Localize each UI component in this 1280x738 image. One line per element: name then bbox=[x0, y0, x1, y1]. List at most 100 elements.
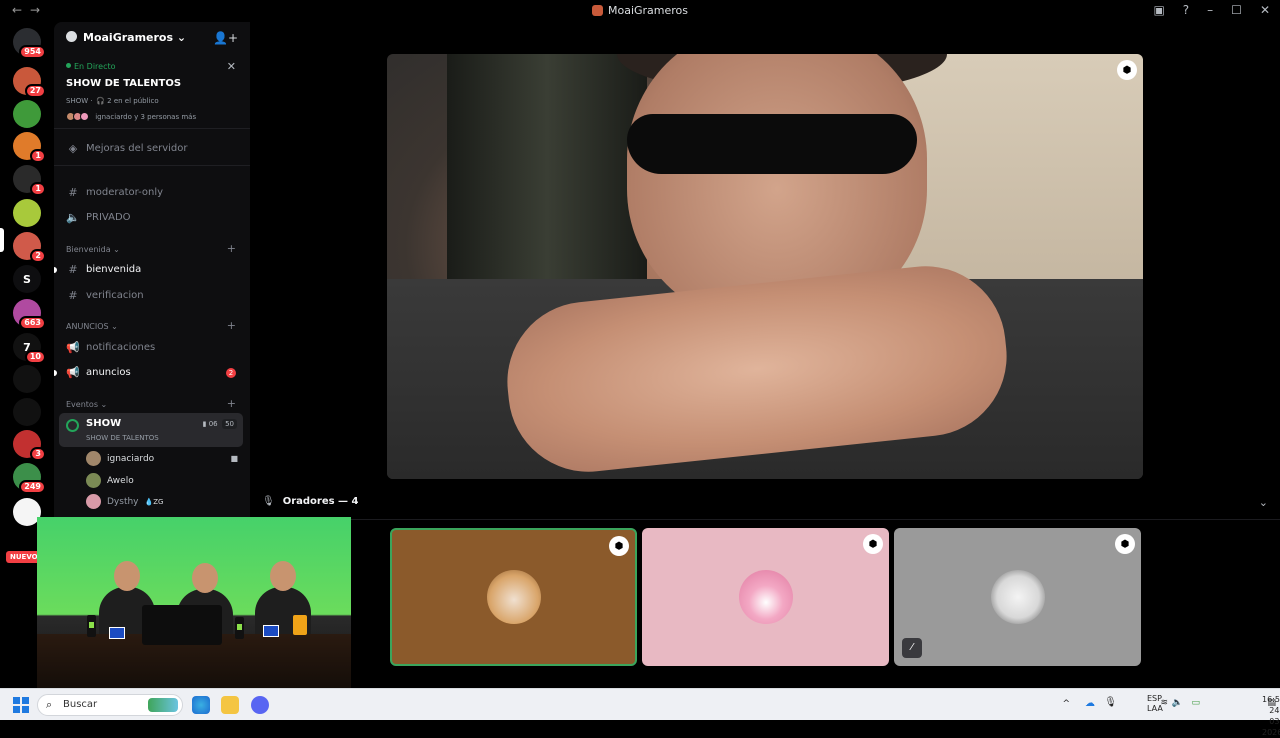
server-icon-7[interactable]: 2 bbox=[13, 232, 46, 263]
server-icon-12[interactable] bbox=[13, 398, 41, 426]
avatar bbox=[86, 494, 101, 509]
channel-privado[interactable]: 🔈 PRIVADO bbox=[66, 211, 130, 224]
notifications-icon[interactable]: ▤ bbox=[1267, 698, 1276, 708]
pip-can bbox=[235, 617, 244, 639]
file-explorer-icon[interactable] bbox=[221, 696, 239, 714]
stage-counts: ▮ 06 50 bbox=[203, 419, 237, 429]
voice-channel-icon: 🔈 bbox=[66, 211, 80, 224]
server-icon-11[interactable] bbox=[13, 365, 41, 393]
divider bbox=[54, 165, 250, 166]
channel-verificacion[interactable]: # verificacion bbox=[66, 289, 143, 302]
close-button[interactable]: ✕ bbox=[1260, 3, 1270, 17]
server-icon-13[interactable]: 3 bbox=[13, 430, 46, 461]
video-sunglasses bbox=[627, 114, 917, 174]
divider bbox=[250, 519, 1280, 520]
minimize-button[interactable]: – bbox=[1207, 3, 1213, 17]
tag-badge: 💧ZG bbox=[144, 497, 164, 506]
text-channel-icon: # bbox=[68, 263, 78, 276]
server-icon-5[interactable]: 1 bbox=[13, 165, 46, 196]
close-icon[interactable]: ✕ bbox=[227, 60, 236, 73]
invite-icon[interactable]: 👤+ bbox=[213, 31, 238, 45]
stage-channel-show[interactable]: SHOW SHOW DE TALENTOS ▮ 06 50 bbox=[59, 413, 243, 447]
selected-server-indicator bbox=[0, 228, 4, 252]
server-boosts[interactable]: ◈ Mejoras del servidor bbox=[66, 142, 188, 155]
discord-icon[interactable] bbox=[251, 696, 269, 714]
channel-notificaciones[interactable]: 📢 notificaciones bbox=[66, 341, 155, 354]
server-icon-8[interactable]: S bbox=[13, 265, 41, 293]
search-box[interactable]: ⌕ Buscar bbox=[37, 694, 183, 716]
pip-flag bbox=[263, 625, 279, 637]
speaker-tile[interactable]: ⬢ bbox=[642, 528, 889, 666]
server-icon-4[interactable]: 1 bbox=[13, 132, 46, 163]
moderator-shield-icon[interactable]: ⬢ bbox=[863, 534, 883, 554]
windows-start-icon[interactable] bbox=[13, 697, 29, 713]
pip-laptop bbox=[142, 605, 222, 645]
speaker-tile[interactable]: ⬢ ⁄ bbox=[894, 528, 1141, 666]
category-eventos[interactable]: Eventos ⌄ bbox=[66, 400, 107, 409]
live-dot-icon bbox=[66, 63, 71, 68]
volume-icon[interactable]: 🔈 bbox=[1172, 698, 1183, 708]
server-icon-1[interactable]: 954 bbox=[13, 28, 46, 59]
server-badge: 663 bbox=[19, 316, 46, 330]
server-icon-10[interactable]: 7 10 bbox=[13, 333, 46, 364]
picture-in-picture-video[interactable] bbox=[37, 517, 351, 694]
verified-shield-icon bbox=[66, 31, 77, 42]
pip-glass bbox=[293, 615, 307, 635]
server-badge: 1 bbox=[30, 182, 46, 196]
add-channel-icon[interactable]: + bbox=[227, 397, 236, 410]
window-title: MoaiGrameros bbox=[0, 4, 1280, 17]
pip-head bbox=[270, 561, 296, 591]
live-title[interactable]: SHOW DE TALENTOS bbox=[66, 78, 181, 89]
search-icon: ⌕ bbox=[46, 698, 53, 711]
live-status: En Directo bbox=[66, 62, 116, 71]
inbox-icon[interactable]: ▣ bbox=[1153, 3, 1164, 17]
live-meta: SHOW · 🎧 2 en el público bbox=[66, 97, 159, 105]
channel-bienvenida[interactable]: # bienvenida bbox=[66, 263, 141, 276]
chevron-down-icon[interactable]: ⌄ bbox=[1259, 496, 1268, 509]
category-anuncios[interactable]: ANUNCIOS ⌄ bbox=[66, 322, 118, 331]
server-icon-3[interactable] bbox=[13, 100, 41, 128]
moderator-shield-icon[interactable]: ⬢ bbox=[1115, 534, 1135, 554]
member-dysthy[interactable]: Dysthy 💧ZG bbox=[86, 494, 163, 509]
main-video-stream[interactable]: ⬢ bbox=[387, 54, 1143, 479]
channel-moderator-only[interactable]: # moderator-only bbox=[66, 186, 163, 199]
add-channel-icon[interactable]: + bbox=[227, 242, 236, 255]
server-icon-2[interactable]: 27 bbox=[13, 67, 46, 98]
maximize-button[interactable]: ☐ bbox=[1231, 3, 1242, 17]
member-ignaciardo[interactable]: ignaciardo bbox=[86, 451, 154, 466]
server-label: S bbox=[23, 272, 31, 286]
avatar bbox=[738, 570, 793, 624]
battery-icon[interactable]: ▭ bbox=[1191, 698, 1200, 708]
muted-mic-icon: ⁄ bbox=[902, 638, 922, 658]
category-bienvenida[interactable]: Bienvenida ⌄ bbox=[66, 245, 120, 254]
edge-icon[interactable] bbox=[192, 696, 210, 714]
avatar bbox=[80, 112, 89, 121]
wifi-icon[interactable]: ≋ bbox=[1160, 698, 1168, 708]
add-channel-icon[interactable]: + bbox=[227, 319, 236, 332]
channel-anuncios[interactable]: 📢 anuncios bbox=[66, 366, 131, 379]
server-icon-6[interactable] bbox=[13, 199, 41, 227]
speaker-tile[interactable]: ⬢ bbox=[390, 528, 637, 666]
onedrive-icon[interactable]: ☁ bbox=[1085, 698, 1095, 709]
moderator-shield-icon[interactable]: ⬢ bbox=[1117, 60, 1137, 80]
server-icon-9[interactable]: 663 bbox=[13, 299, 46, 330]
microphone-icon[interactable]: 🎙 bbox=[1104, 697, 1117, 708]
moderator-shield-icon[interactable]: ⬢ bbox=[609, 536, 629, 556]
text-channel-icon: # bbox=[68, 186, 78, 199]
camera-icon: ■ bbox=[230, 454, 238, 463]
stage-view: ⬢ 🎙 Oradores — 4 ⌄ ⬢ ⬢ ⬢ ⁄ bbox=[250, 22, 1280, 688]
server-icon-14[interactable]: 249 bbox=[13, 463, 46, 494]
server-badge: 3 bbox=[30, 447, 46, 461]
member-awelo[interactable]: Awelo bbox=[86, 473, 134, 488]
mention-badge: 2 bbox=[226, 368, 236, 378]
server-name-header[interactable]: MoaiGrameros ⌄ bbox=[66, 31, 186, 44]
server-icon bbox=[591, 5, 603, 16]
window-controls: ▣ ? – ☐ ✕ bbox=[1153, 3, 1270, 17]
stage-channel-name: SHOW bbox=[86, 418, 122, 429]
announcement-icon: 📢 bbox=[66, 366, 80, 379]
avatar bbox=[86, 473, 101, 488]
boost-icon: ◈ bbox=[68, 142, 78, 155]
help-icon[interactable]: ? bbox=[1183, 3, 1189, 17]
chevron-up-icon[interactable]: ^ bbox=[1062, 699, 1070, 709]
pip-can bbox=[87, 615, 96, 637]
